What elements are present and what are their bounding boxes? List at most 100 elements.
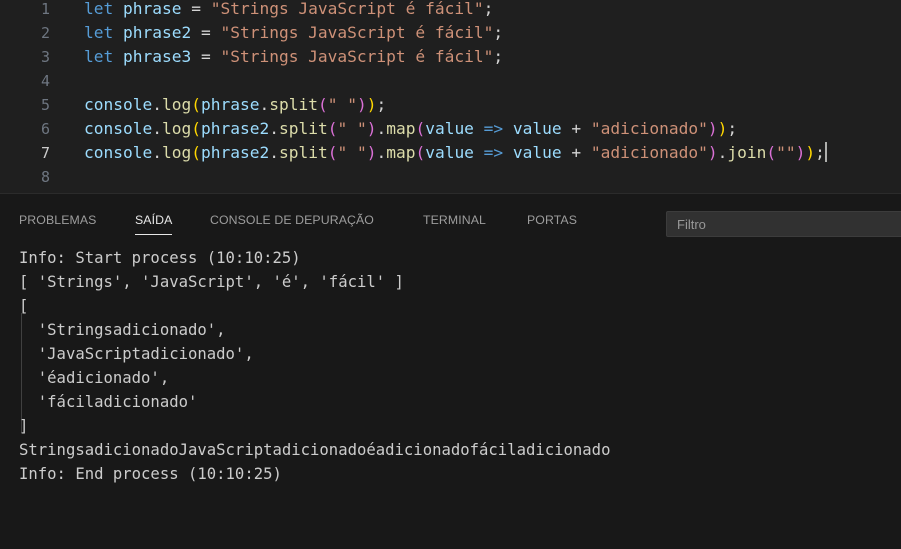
output-line: 'Stringsadicionado', [19,321,226,339]
code-token: => [473,119,513,138]
code-line[interactable]: 7 console.log(phrase2.split(" ").map(valu… [0,141,901,165]
text-cursor [824,142,827,162]
code-token: phrase2 [200,119,270,138]
code-token: ; [727,119,738,138]
code-token: value [425,119,474,138]
code-token: ( [327,143,338,162]
code-token: "adicionado" [590,143,708,162]
code-token: phrase [122,0,182,18]
code-token: ( [191,143,201,162]
code-token: value [425,143,474,162]
code-token: . [152,95,162,114]
code-token: ) [707,119,718,138]
code-editor[interactable]: 1 let phrase = "Strings JavaScript é fáci… [0,0,901,193]
output-line: 'JavaScriptadicionado', [19,345,254,363]
code-line[interactable]: 8 [0,165,901,189]
code-token: phrase3 [122,47,192,66]
code-token: ( [191,95,201,114]
code-token: phrase2 [122,23,192,42]
code-token: let [84,0,123,18]
code-token: ) [366,95,377,114]
code-token: ( [415,143,426,162]
code-line[interactable]: 6 console.log(phrase2.split(" ").map(valu… [0,117,901,141]
code-token: map [386,143,416,162]
code-text: let phrase = "Strings JavaScript é fácil… [84,0,493,21]
code-token: ( [766,143,777,162]
tab-label: SAÍDA [135,213,173,227]
line-number: 8 [40,168,50,186]
code-token: . [376,143,387,162]
code-token: . [152,143,162,162]
code-token: = [191,47,221,66]
code-token: ) [366,143,377,162]
line-number: 1 [40,0,50,18]
code-line[interactable]: 4 [0,69,901,93]
code-token: . [259,95,270,114]
code-token: split [278,143,328,162]
code-token: "Strings JavaScript é fácil" [210,0,484,18]
line-number: 7 [40,144,50,162]
code-token: ; [493,47,504,66]
code-token: "" [776,143,796,162]
code-token: ) [795,143,806,162]
code-token: split [278,119,328,138]
bottom-panel: PROBLEMAS SAÍDA CONSOLE DE DEPURAÇÃO TER… [0,194,901,549]
code-line[interactable]: 2 let phrase2 = "Strings JavaScript é fác… [0,21,901,45]
line-number: 3 [40,48,50,66]
code-token: ; [815,143,825,162]
code-token: value [512,143,562,162]
code-token: let [84,23,123,42]
code-token: ) [717,119,728,138]
code-token: log [161,119,192,138]
code-text: console.log(phrase2.split(" ").map(value… [84,141,827,165]
code-token: = [191,23,221,42]
code-token: ; [376,95,387,114]
tab-portas[interactable]: PORTAS [527,213,577,227]
code-token: ; [483,0,494,18]
code-token: = [181,0,211,18]
code-token: => [473,143,513,162]
code-token: join [727,143,767,162]
code-token: log [161,143,192,162]
code-token: ) [805,143,816,162]
code-text: let phrase2 = "Strings JavaScript é fáci… [84,21,503,45]
tab-problemas[interactable]: PROBLEMAS [19,213,96,227]
code-token: console [84,119,153,138]
output-line: 'fáciladicionado' [19,393,198,411]
code-token: " " [337,143,367,162]
output-line: [ [19,297,29,315]
code-token: ) [356,95,367,114]
output-line: StringsadicionadoJavaScriptadicionadoéad… [19,441,611,459]
filter-input[interactable] [666,211,901,237]
code-token: ; [493,23,504,42]
code-token: ) [707,143,718,162]
code-token: split [269,95,318,114]
code-token: "Strings JavaScript é fácil" [220,47,494,66]
code-token: . [152,119,162,138]
code-token: ( [327,119,338,138]
output-line: [ 'Strings', 'JavaScript', 'é', 'fácil' … [19,273,404,291]
line-number: 4 [40,72,50,90]
code-token: + [561,119,591,138]
code-line[interactable]: 3 let phrase3 = "Strings JavaScript é fác… [0,45,901,69]
line-number: 2 [40,24,50,42]
code-text: console.log(phrase2.split(" ").map(value… [84,117,737,141]
tab-terminal[interactable]: TERMINAL [423,213,486,227]
output-console[interactable]: Info: Start process (10:10:25) [ 'String… [19,246,889,486]
code-token: ( [191,119,201,138]
code-token: value [512,119,562,138]
tab-saida[interactable]: SAÍDA [135,213,173,235]
code-token: ( [317,95,328,114]
code-line[interactable]: 1 let phrase = "Strings JavaScript é fáci… [0,0,901,21]
tab-console-de-depuracao[interactable]: CONSOLE DE DEPURAÇÃO [210,213,374,227]
code-token: log [161,95,192,114]
code-token: . [717,143,728,162]
active-tab-indicator [135,234,173,235]
line-number: 5 [40,96,50,114]
code-text: console.log(phrase.split(" ")); [84,93,386,117]
code-text: let phrase3 = "Strings JavaScript é fáci… [84,45,503,69]
code-token: ) [366,119,377,138]
line-number: 6 [40,120,50,138]
code-line[interactable]: 5 console.log(phrase.split(" ")); [0,93,901,117]
output-line: Info: End process (10:10:25) [19,465,282,483]
